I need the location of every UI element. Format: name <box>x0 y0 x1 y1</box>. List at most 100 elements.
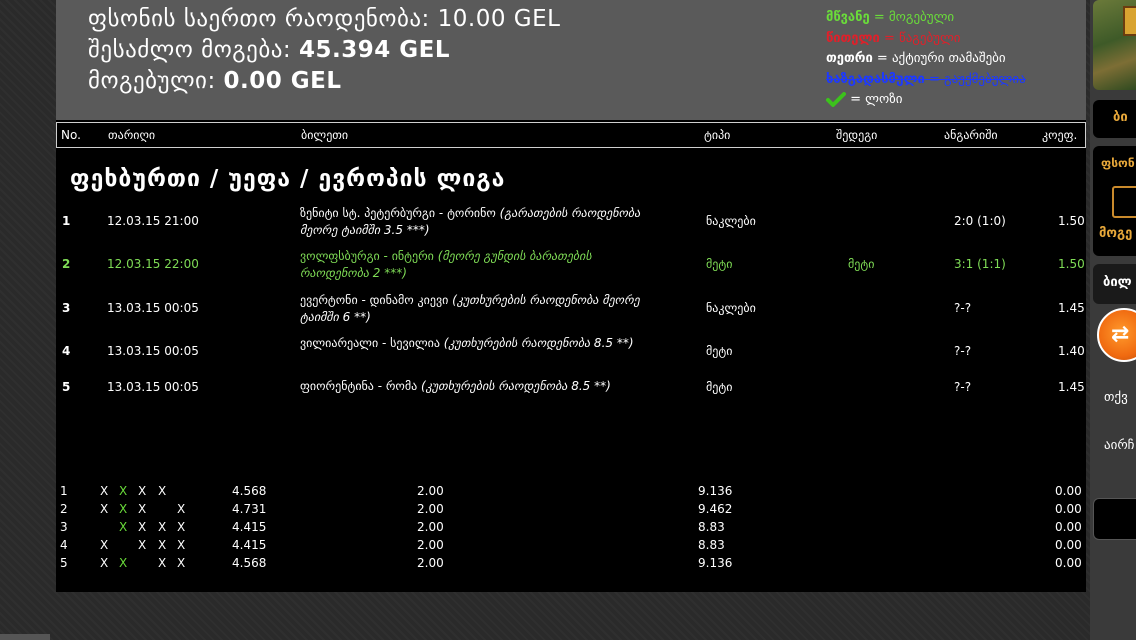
combo-mark: X <box>158 520 167 534</box>
combo-no: 2 <box>60 502 68 516</box>
combo-no: 1 <box>60 484 68 498</box>
combo-win: 0.00 <box>1055 502 1082 516</box>
legend-green-val: = მოგებული <box>873 10 955 25</box>
sidebar-action-button[interactable] <box>1093 498 1136 540</box>
combo-return: 9.136 <box>698 484 733 498</box>
combo-mark: X <box>119 520 128 534</box>
bet-match: ვილიარეალი - სევილია <box>300 336 444 350</box>
total-stake-line: ფსონის საერთო რაოდენობა: 10.00 GEL <box>88 6 560 32</box>
bet-match: ზენიტი სტ. პეტერბურგი - ტორინო <box>300 206 500 220</box>
bet-ticket: ფიორენტინა - რომა (კუთხურების რაოდენობა … <box>300 378 650 395</box>
stake-input[interactable] <box>1112 186 1136 218</box>
combo-win: 0.00 <box>1055 556 1082 570</box>
combo-return: 9.136 <box>698 556 733 570</box>
bet-type: ნაკლები <box>706 214 756 228</box>
bet-coef: 1.45 <box>1058 380 1085 394</box>
col-header-no: No. <box>61 128 81 142</box>
combo-stake: 2.00 <box>417 520 444 534</box>
bet-date: 13.03.15 00:05 <box>107 344 199 358</box>
win-label: მოგე <box>1099 226 1133 241</box>
combo-win: 0.00 <box>1055 520 1082 534</box>
bet-match: ფიორენტინა - რომა <box>300 379 422 393</box>
bet-score: ?-? <box>954 301 972 315</box>
won-value: 0.00 GEL <box>223 68 342 94</box>
bet-ticket: ზენიტი სტ. პეტერბურგი - ტორინო (გარათები… <box>300 205 650 239</box>
info-text-2: აირჩ <box>1104 438 1135 453</box>
betslip-tab-label: ბი <box>1113 110 1128 125</box>
combo-odds: 4.415 <box>232 538 267 552</box>
combo-return: 9.462 <box>698 502 733 516</box>
combo-stake: 2.00 <box>417 556 444 570</box>
legend-red-val: = წაგებული <box>883 30 961 46</box>
checkmark-icon <box>826 91 846 107</box>
bet-coef: 1.40 <box>1058 344 1085 358</box>
info-text-1: თქვ <box>1104 390 1128 405</box>
total-stake-label: ფსონის საერთო რაოდენობა: <box>88 6 430 32</box>
col-header-result: შედეგი <box>836 128 878 142</box>
combo-stake: 2.00 <box>417 538 444 552</box>
combo-stake: 2.00 <box>417 502 444 516</box>
tickets-tab[interactable]: ბილ <box>1093 264 1136 304</box>
bet-ticket: ვოლფსბურგი - ინტერი (მეორე გუნდის ბარათე… <box>300 248 650 282</box>
col-header-coef: კოეფ. <box>1042 128 1078 142</box>
bet-date: 13.03.15 00:05 <box>107 301 199 315</box>
bet-coef: 1.50 <box>1058 257 1085 271</box>
combo-mark: X <box>177 556 186 570</box>
bet-date: 12.03.15 22:00 <box>107 257 199 271</box>
legend-blue-val: = გაუქმებულია <box>928 71 1026 87</box>
bet-ticket: ვილიარეალი - სევილია (კუთხურების რაოდენო… <box>300 335 650 352</box>
bet-date: 12.03.15 21:00 <box>107 214 199 228</box>
legend-cancelled: ხაზგადასმული = გაუქმებულია <box>826 70 1026 91</box>
total-stake-value: 10.00 GEL <box>437 6 561 32</box>
bet-no: 2 <box>62 257 71 271</box>
legend-lost: წითელი = წაგებული <box>826 29 1026 50</box>
legend-white-key: თეთრი <box>826 51 873 66</box>
tickets-tab-label: ბილ <box>1103 275 1132 290</box>
combo-return: 8.83 <box>698 520 725 534</box>
combo-odds: 4.568 <box>232 484 267 498</box>
combo-mark: X <box>138 538 147 552</box>
legend-draw: = ლოზი <box>826 90 1026 111</box>
combo-stake: 2.00 <box>417 484 444 498</box>
combo-mark: X <box>100 502 109 516</box>
col-header-ticket: ბილეთი <box>301 128 349 142</box>
bet-coef: 1.50 <box>1058 214 1085 228</box>
bet-date: 13.03.15 00:05 <box>107 380 199 394</box>
bet-no: 3 <box>62 301 71 315</box>
bet-no: 1 <box>62 214 71 228</box>
bet-no: 5 <box>62 380 71 394</box>
color-legend: მწვანე = მოგებული წითელი = წაგებული თეთრ… <box>826 8 1026 111</box>
bet-type: მეტი <box>706 344 733 358</box>
possible-win-value: 45.394 GEL <box>298 37 450 63</box>
legend-blue-key: ხაზგადასმული <box>826 71 925 87</box>
combo-odds: 4.415 <box>232 520 267 534</box>
combo-win: 0.00 <box>1055 538 1082 552</box>
possible-win-label: შესაძლო მოგება: <box>88 37 292 63</box>
badge-icon <box>1123 6 1136 36</box>
combo-no: 3 <box>60 520 68 534</box>
combo-mark: X <box>100 484 109 498</box>
combo-mark: X <box>158 556 167 570</box>
legend-check-val: = ლოზი <box>850 92 903 107</box>
bet-coef: 1.45 <box>1058 301 1085 315</box>
bet-match: ვოლფსბურგი - ინტერი <box>300 249 438 263</box>
bet-score: 2:0 (1:0) <box>954 214 1006 228</box>
legend-won: მწვანე = მოგებული <box>826 8 1026 29</box>
legend-red-key: წითელი <box>826 30 880 46</box>
legend-green-key: მწვანე <box>826 10 870 25</box>
bet-ticket: ევერტონი - დინამო კიევი (კუთხურების რაოდ… <box>300 292 650 326</box>
combo-return: 8.83 <box>698 538 725 552</box>
bottom-edge <box>0 634 50 640</box>
legend-white-val: = აქტიური თამაშები <box>876 51 1006 66</box>
combo-mark: X <box>119 556 128 570</box>
won-line: მოგებული: 0.00 GEL <box>88 68 342 94</box>
stake-label: ფსონ <box>1101 156 1135 170</box>
league-title: ფეხბურთი / უეფა / ევროპის ლიგა <box>70 166 506 192</box>
legend-active: თეთრი = აქტიური თამაშები <box>826 49 1026 70</box>
betslip-tab[interactable]: ბი <box>1093 100 1136 138</box>
shuffle-icon: ⇄ <box>1111 322 1130 347</box>
bet-type: ნაკლები <box>706 301 756 315</box>
promo-banner-image[interactable] <box>1093 0 1136 90</box>
bet-no: 4 <box>62 344 71 358</box>
bet-score: ?-? <box>954 344 972 358</box>
